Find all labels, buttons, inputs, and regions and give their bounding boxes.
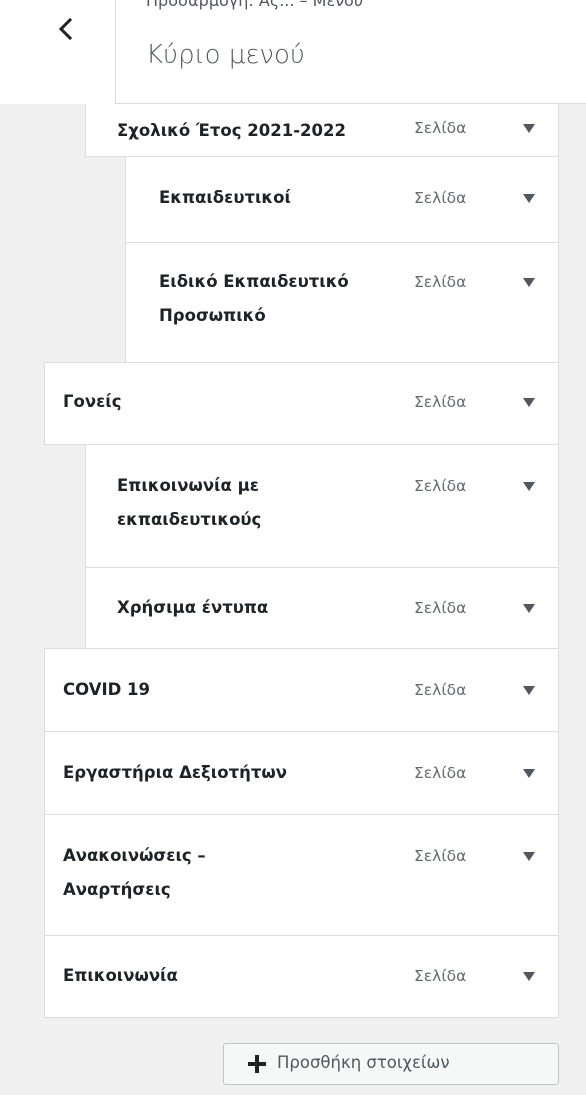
menu-item-useful-forms[interactable]: Χρήσιμα έντυπα Σελίδα (85, 567, 559, 649)
customizer-header: Προσαρμογή: Ας... – Μενού Κύριο μενού (0, 0, 586, 104)
menu-item-covid[interactable]: COVID 19 Σελίδα (44, 648, 559, 732)
menu-item-title-line2: Προσωπικό (159, 306, 266, 325)
menu-item-type: Σελίδα (414, 273, 467, 291)
menu-item-toggle[interactable] (515, 964, 543, 992)
menu-item-announcements[interactable]: Ανακοινώσεις – Αναρτήσεις Σελίδα (44, 814, 559, 936)
page-title: Κύριο μενού (146, 40, 305, 70)
menu-item-type: Σελίδα (414, 119, 467, 137)
menu-item-type: Σελίδα (414, 681, 467, 699)
menu-item-type: Σελίδα (414, 393, 467, 411)
menu-item-type: Σελίδα (414, 967, 467, 985)
menu-item-skills-labs[interactable]: Εργαστήρια Δεξιοτήτων Σελίδα (44, 731, 559, 815)
add-items-label: Προσθήκη στοιχείων (277, 1053, 450, 1072)
add-items-button[interactable]: Προσθήκη στοιχείων (223, 1043, 559, 1085)
menu-item-toggle[interactable] (515, 761, 543, 789)
plus-icon (248, 1055, 266, 1073)
menu-item-title: COVID 19 (63, 680, 151, 699)
menu-item-title: Επικοινωνία με (117, 476, 259, 495)
menu-item-toggle[interactable] (515, 844, 543, 872)
menu-item-type: Σελίδα (414, 477, 467, 495)
menu-item-title-line2: Αναρτήσεις (63, 880, 171, 899)
menu-item-toggle[interactable] (515, 390, 543, 418)
menu-item-title-line2: εκπαιδευτικούς (117, 510, 262, 529)
menu-item-toggle[interactable] (515, 270, 543, 298)
menu-item-title: Ειδικό Εκπαιδευτικό (159, 272, 349, 291)
menu-item-toggle[interactable] (515, 116, 543, 144)
menu-item-title: Εκπαιδευτικοί (159, 188, 291, 207)
menu-item-toggle[interactable] (515, 474, 543, 502)
menu-items-list: Σχολικό Έτος 2021-2022 Σελίδα Εκπαιδευτι… (0, 0, 586, 1095)
menu-item-title: Σχολικό Έτος 2021-2022 (117, 121, 346, 140)
menu-item-special-staff[interactable]: Ειδικό Εκπαιδευτικό Προσωπικό Σελίδα (125, 242, 559, 363)
menu-item-title: Ανακοινώσεις – (63, 846, 206, 865)
menu-item-type: Σελίδα (414, 847, 467, 865)
chevron-left-icon (58, 18, 73, 40)
menu-item-contact-educators[interactable]: Επικοινωνία με εκπαιδευτικούς Σελίδα (85, 444, 559, 568)
menu-item-title: Χρήσιμα έντυπα (117, 598, 269, 617)
menu-item-title: Εργαστήρια Δεξιοτήτων (63, 763, 287, 782)
menu-item-contact[interactable]: Επικοινωνία Σελίδα (44, 935, 559, 1018)
menu-item-type: Σελίδα (414, 189, 467, 207)
menu-item-type: Σελίδα (414, 764, 467, 782)
menu-item-toggle[interactable] (515, 678, 543, 706)
breadcrumb: Προσαρμογή: Ας... – Μενού (146, 0, 364, 10)
menu-item-type: Σελίδα (414, 599, 467, 617)
menu-item-parents[interactable]: Γονείς Σελίδα (44, 362, 559, 445)
menu-item-title: Γονείς (63, 392, 122, 411)
menu-item-educators[interactable]: Εκπαιδευτικοί Σελίδα (125, 156, 559, 243)
menu-item-toggle[interactable] (515, 596, 543, 624)
menu-item-toggle[interactable] (515, 186, 543, 214)
back-button[interactable] (0, 0, 116, 104)
menu-item-title: Επικοινωνία (63, 966, 178, 985)
